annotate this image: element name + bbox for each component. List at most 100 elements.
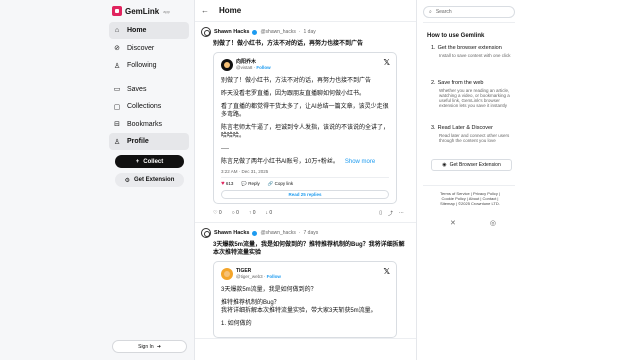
follow-link[interactable]: Follow xyxy=(256,65,270,70)
post-text[interactable]: 别做了！做小红书，方法不对的话，再努力也接不到广告 xyxy=(213,40,410,48)
comment-action[interactable]: ○ 0 xyxy=(232,210,239,216)
tweet-timestamp[interactable]: 3:22 AM · Dec 31, 2025 xyxy=(221,169,389,178)
sidebar-item-home[interactable]: ⌂ Home xyxy=(109,22,189,39)
step-title-text: Save from the web xyxy=(437,80,484,86)
get-extension-label: Get Extension xyxy=(134,177,175,183)
tweet-copy-link-action[interactable]: 🔗 Copy link xyxy=(268,181,293,187)
step-desc: Install to save content with one click xyxy=(439,52,511,58)
post-handle: @shawn_hacks xyxy=(260,29,296,35)
tweet-paragraph: ---- xyxy=(221,146,229,152)
footer-line[interactable]: Sitemap | ©2025 Crowntune LTD. xyxy=(430,201,510,206)
separator-dot: · xyxy=(298,29,301,35)
upvote-action[interactable]: ↑ 0 xyxy=(249,210,256,216)
tweet-actions: ♥ 613 💬 Reply 🔗 Copy link xyxy=(221,178,389,189)
arrow-down-icon: ↓ xyxy=(265,210,269,216)
tweet-header: TIGER @tiger_web3 · Follow xyxy=(221,267,389,281)
share-icon[interactable]: ⤴ xyxy=(388,210,393,217)
tweet-body: 别做了！做小红书，方法不对的话，再努力也接不到广告 昨天没看老罗直播，因为跟朋友… xyxy=(221,77,389,166)
search-icon: ⌕ xyxy=(429,9,432,15)
tweet-like-action[interactable]: ♥ 613 xyxy=(221,181,233,187)
tweet-paragraph-last: 陈言兄做了两年小红书AI账号，10万+粉丝。 Show more xyxy=(221,158,389,166)
get-extension-button[interactable]: ⚙ Get Extension xyxy=(115,173,184,187)
comment-count: 0 xyxy=(236,210,239,216)
divider xyxy=(423,22,515,23)
heart-icon: ♥ xyxy=(221,180,225,187)
compass-icon: ⊘ xyxy=(114,45,120,52)
app-logo[interactable]: GemLink app xyxy=(112,6,170,16)
x-logo-icon[interactable]: 𝕏 xyxy=(384,267,390,276)
bookmark-icon[interactable]: ▯ xyxy=(379,210,382,217)
howto-title: How to use Gemlink xyxy=(427,33,485,39)
tweet-paragraph: 别做了！做小红书，方法不对的话，再努力也接不到广告 xyxy=(221,78,372,84)
howto-step: 2. Save from the web Whether you are read… xyxy=(431,80,513,109)
step-number: 1. xyxy=(431,45,436,51)
sidebar-item-label: Saves xyxy=(127,85,147,93)
avatar[interactable] xyxy=(201,27,211,37)
step-desc: Read later and connect other users throu… xyxy=(439,132,510,143)
show-more-link[interactable]: Show more xyxy=(345,159,375,165)
embedded-tweet[interactable]: 向阳乔木 @vista8 · Follow 𝕏 别做了！做小红书，方法不对的话，… xyxy=(213,52,397,204)
heart-outline-icon: ♡ xyxy=(213,210,218,216)
verified-icon xyxy=(252,230,258,236)
feed-header: ← Home xyxy=(195,0,416,22)
bookmark-icon: ⊟ xyxy=(114,121,120,128)
avatar[interactable] xyxy=(201,228,211,238)
embedded-tweet[interactable]: TIGER @tiger_web3 · Follow 𝕏 3天爆款5m流量，我是… xyxy=(213,261,397,338)
sign-in-icon: ➜ xyxy=(156,343,161,350)
x-social-icon[interactable]: ✕ xyxy=(450,219,456,227)
get-browser-extension-button[interactable]: ◉ Get Browser Extension xyxy=(431,159,512,171)
tweet-author-block: TIGER @tiger_web3 · Follow xyxy=(236,268,281,280)
sidebar-item-label: Discover xyxy=(127,44,155,52)
search-placeholder: Search xyxy=(435,9,452,15)
tweet-reply-label: Reply xyxy=(248,180,260,186)
step-title-text: Read Later & Discover xyxy=(437,125,493,131)
discord-icon[interactable]: ◎ xyxy=(490,219,496,227)
follow-link[interactable]: Follow xyxy=(267,274,281,279)
sidebar-item-label: Profile xyxy=(127,138,149,145)
collect-button[interactable]: + Collect xyxy=(115,155,184,168)
sidebar-item-profile[interactable]: ♙ Profile xyxy=(109,133,189,150)
tweet-avatar[interactable] xyxy=(221,59,233,71)
search-input[interactable]: ⌕ Search xyxy=(423,6,515,18)
app-name: GemLink xyxy=(125,6,160,16)
gemlink-logo-icon xyxy=(112,6,122,16)
sidebar-nav: ⌂ Home ⊘ Discover ♙ Following ▭ Saves ▢ … xyxy=(109,22,189,151)
tweet-handle: @vista8 xyxy=(236,65,253,70)
sidebar-item-discover[interactable]: ⊘ Discover xyxy=(109,40,189,57)
back-arrow-icon[interactable]: ← xyxy=(201,6,209,15)
post-author[interactable]: Shawn Hacks xyxy=(214,230,249,236)
more-icon[interactable]: ⋯ xyxy=(399,210,404,217)
tweet-reply-action[interactable]: 💬 Reply xyxy=(241,181,259,187)
downvote-action[interactable]: ↓ 0 xyxy=(266,210,273,216)
feed-post: Shawn Hacks @shawn_hacks · 1 day 别做了！做小红… xyxy=(195,22,416,223)
post-author[interactable]: Shawn Hacks xyxy=(214,29,249,35)
tweet-paragraph: 1. 如何做的 xyxy=(221,321,252,327)
x-logo-icon[interactable]: 𝕏 xyxy=(384,58,390,67)
post-text[interactable]: 3天爆款5m流量，我是如何做到的？推特推荐机制的Bug？我将详细拆解本次推特流量… xyxy=(213,241,410,257)
extension-icon: ⚙ xyxy=(124,177,131,184)
verified-icon xyxy=(252,29,258,35)
sidebar-item-bookmarks[interactable]: ⊟ Bookmarks xyxy=(109,116,189,133)
tweet-paragraph: 3天爆款5m流量，我是如何做到的？ xyxy=(221,287,317,293)
tweet-avatar[interactable] xyxy=(221,268,233,280)
page-title: Home xyxy=(219,6,242,15)
howto-step: 3. Read Later & Discover Read later and c… xyxy=(431,125,513,143)
post-actions-right: ▯ ⤴ ⋯ xyxy=(379,210,404,217)
like-action[interactable]: ♡ 0 xyxy=(213,210,222,216)
sidebar-item-following[interactable]: ♙ Following xyxy=(109,57,189,74)
reply-icon: 💬 xyxy=(241,180,247,186)
sidebar-item-saves[interactable]: ▭ Saves xyxy=(109,81,189,98)
tweet-handle: @tiger_web3 xyxy=(236,274,263,279)
tweet-paragraph: 陈言老师太牛逼了，坦诚到令人发指，该说的不该说的全讲了，哈哈哈。 xyxy=(221,125,390,139)
save-icon: ▭ xyxy=(113,86,121,93)
main-feed: ← Home Shawn Hacks @shawn_hacks · 1 day … xyxy=(195,0,417,360)
sidebar-item-label: Following xyxy=(127,62,157,69)
sign-in-button[interactable]: Sign In ➜ xyxy=(112,340,187,353)
post-time: 1 day xyxy=(303,29,316,35)
tweet-body: 3天爆款5m流量，我是如何做到的？ 推特推荐机制的Bug？ 我将详细拆解本次推特… xyxy=(221,286,389,328)
divider xyxy=(423,185,515,186)
sidebar-item-collections[interactable]: ▢ Collections xyxy=(109,98,189,115)
tweet-handle-row: @vista8 · Follow xyxy=(236,65,271,70)
downvote-count: 0 xyxy=(269,210,273,216)
read-replies-button[interactable]: Read 25 replies xyxy=(221,190,389,199)
